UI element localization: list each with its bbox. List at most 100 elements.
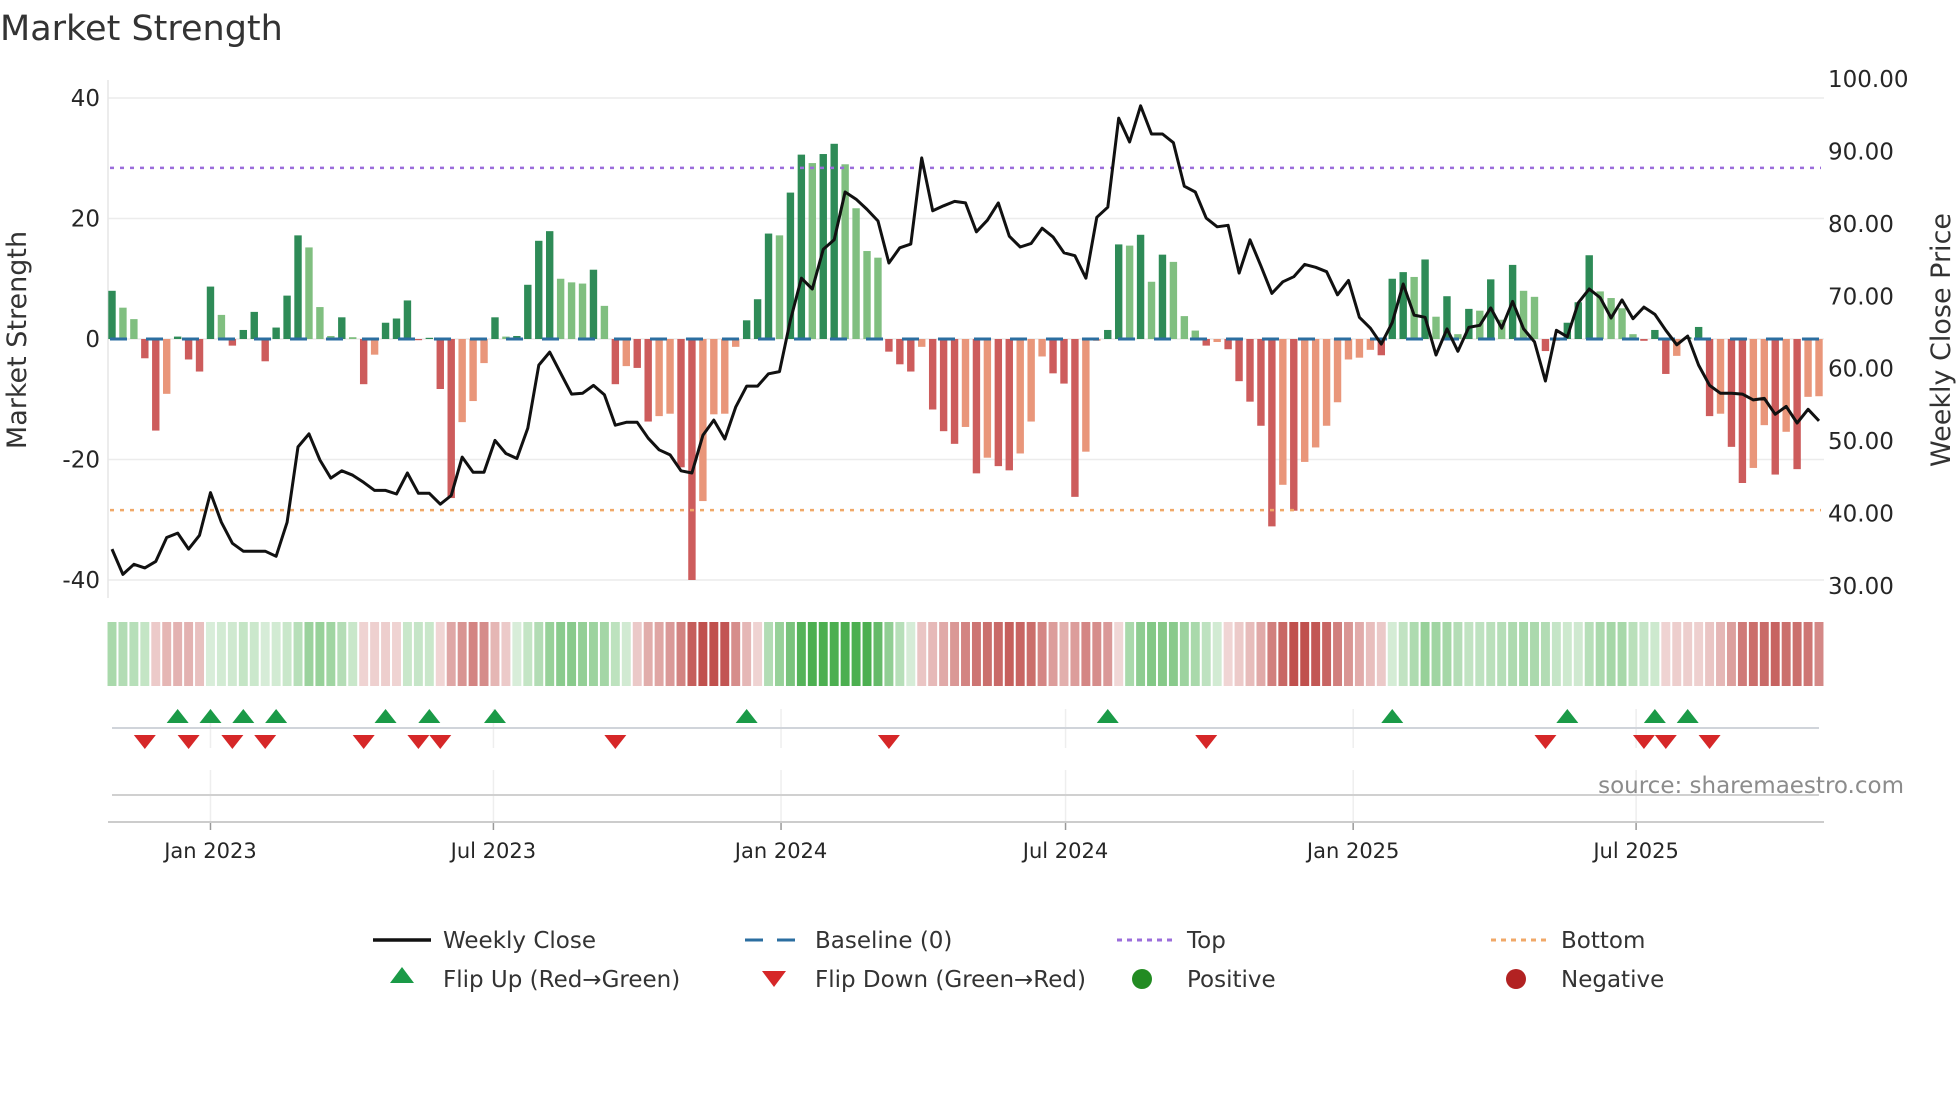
- legend-label: Bottom: [1561, 928, 1645, 954]
- strength-bar: [699, 339, 707, 502]
- strength-bar: [305, 247, 313, 339]
- strength-bar: [1585, 255, 1593, 339]
- strip-cell: [1508, 622, 1518, 686]
- strip-cell: [556, 622, 566, 686]
- legend-label: Positive: [1187, 967, 1276, 993]
- regime-strip: [107, 622, 1824, 686]
- strip-cell: [1300, 622, 1310, 686]
- flip-markers: [112, 709, 1819, 749]
- strip-cell: [1157, 622, 1167, 686]
- flip-up-marker: [374, 709, 397, 723]
- strip-cell: [402, 622, 412, 686]
- strength-bar: [1355, 339, 1364, 358]
- strength-bar: [1530, 296, 1539, 339]
- strip-cell: [1409, 622, 1419, 686]
- flip-down-marker: [1698, 735, 1721, 749]
- flip-up-marker: [1676, 709, 1699, 723]
- date-axis-panel: Jan 2023 Jul 2023 Jan 2024 Jul 2024 Jan 2025…: [108, 770, 1824, 863]
- strip-cell: [1683, 622, 1693, 686]
- strength-bar: [414, 339, 423, 341]
- strip-cell: [468, 622, 478, 686]
- strength-bar: [1027, 339, 1035, 422]
- strip-cell: [151, 622, 161, 686]
- strip-cell: [1551, 622, 1561, 686]
- strip-cell: [293, 622, 303, 686]
- y2-tick-label: 90.00: [1828, 139, 1894, 165]
- strength-bar: [545, 231, 554, 339]
- strip-cell: [1475, 622, 1485, 686]
- strength-bar: [130, 319, 138, 339]
- strength-bar: [447, 339, 455, 499]
- strip-cell: [359, 622, 369, 686]
- strip-cell: [304, 622, 314, 686]
- strip-cell: [1781, 622, 1791, 686]
- strip-cell: [1037, 622, 1047, 686]
- strength-bar: [1344, 339, 1353, 360]
- strength-bar: [1749, 339, 1758, 468]
- strength-bar: [349, 337, 357, 339]
- strip-cell: [1179, 622, 1189, 686]
- strip-cell: [961, 622, 970, 686]
- strip-cell: [1333, 622, 1343, 686]
- strength-bar: [666, 339, 674, 414]
- flip-down-marker: [407, 735, 430, 749]
- strength-bar: [1060, 339, 1068, 384]
- flip-up-marker: [232, 709, 255, 723]
- strip-cell: [370, 622, 380, 686]
- flip-up-marker: [1096, 709, 1119, 723]
- strength-bar: [359, 339, 368, 385]
- x-tick-label: Jan 2023: [162, 839, 257, 863]
- y-tick-label: -40: [62, 568, 100, 594]
- strip-cell: [195, 622, 205, 686]
- legend-item-bottom: Bottom: [1491, 928, 1645, 954]
- strip-cell: [1015, 622, 1025, 686]
- strength-bar: [535, 240, 543, 339]
- strength-bar: [1290, 339, 1298, 511]
- flip-up-marker: [1556, 709, 1579, 723]
- strength-bar: [644, 339, 652, 422]
- strength-bar: [239, 329, 248, 339]
- legend-item-negative: Negative: [1506, 967, 1664, 993]
- strength-bar: [316, 307, 324, 339]
- strength-bar: [152, 339, 160, 431]
- strip-cell: [698, 622, 708, 686]
- y2-tick-label: 40.00: [1828, 502, 1894, 528]
- legend-item-flip_down: Flip Down (Green→Red): [762, 967, 1086, 993]
- legend-label: Flip Up (Red→Green): [443, 967, 680, 993]
- strip-cell: [238, 622, 248, 686]
- flip-down-marker: [352, 735, 375, 749]
- strip-cell: [1387, 622, 1397, 686]
- strength-bar: [950, 339, 959, 444]
- strip-cell: [862, 622, 872, 686]
- strength-bar: [939, 339, 948, 432]
- strip-cell: [1694, 622, 1704, 686]
- strength-bar: [677, 339, 685, 468]
- strip-cell: [140, 622, 150, 686]
- strength-bar: [896, 339, 904, 365]
- strip-cell: [1267, 622, 1277, 686]
- strength-bar: [1049, 339, 1057, 374]
- strength-bar: [578, 283, 587, 339]
- flip-down-marker: [1534, 735, 1557, 749]
- strip-cell: [337, 622, 347, 686]
- strength-bar: [797, 154, 806, 339]
- strip-cell: [1223, 622, 1233, 686]
- strip-cell: [1048, 622, 1058, 686]
- strength-bar: [1541, 339, 1550, 352]
- strip-cell: [260, 622, 270, 686]
- strip-cell: [578, 622, 587, 686]
- strength-bar: [1114, 244, 1123, 339]
- left-axis: -40 -20 0 20 40: [62, 86, 100, 594]
- strip-cell: [1070, 622, 1080, 686]
- strength-bar: [524, 284, 532, 339]
- strength-bar: [1213, 339, 1221, 343]
- legend-item-flip_up: Flip Up (Red→Green): [390, 967, 680, 993]
- strip-cell: [1026, 622, 1036, 686]
- strength-bar: [163, 339, 171, 394]
- strength-bar: [425, 337, 434, 339]
- flip-up-marker: [483, 709, 506, 723]
- strength-bar: [1716, 339, 1725, 414]
- strength-bar: [491, 317, 499, 339]
- strength-bar: [1399, 272, 1407, 339]
- strength-bar: [108, 290, 116, 339]
